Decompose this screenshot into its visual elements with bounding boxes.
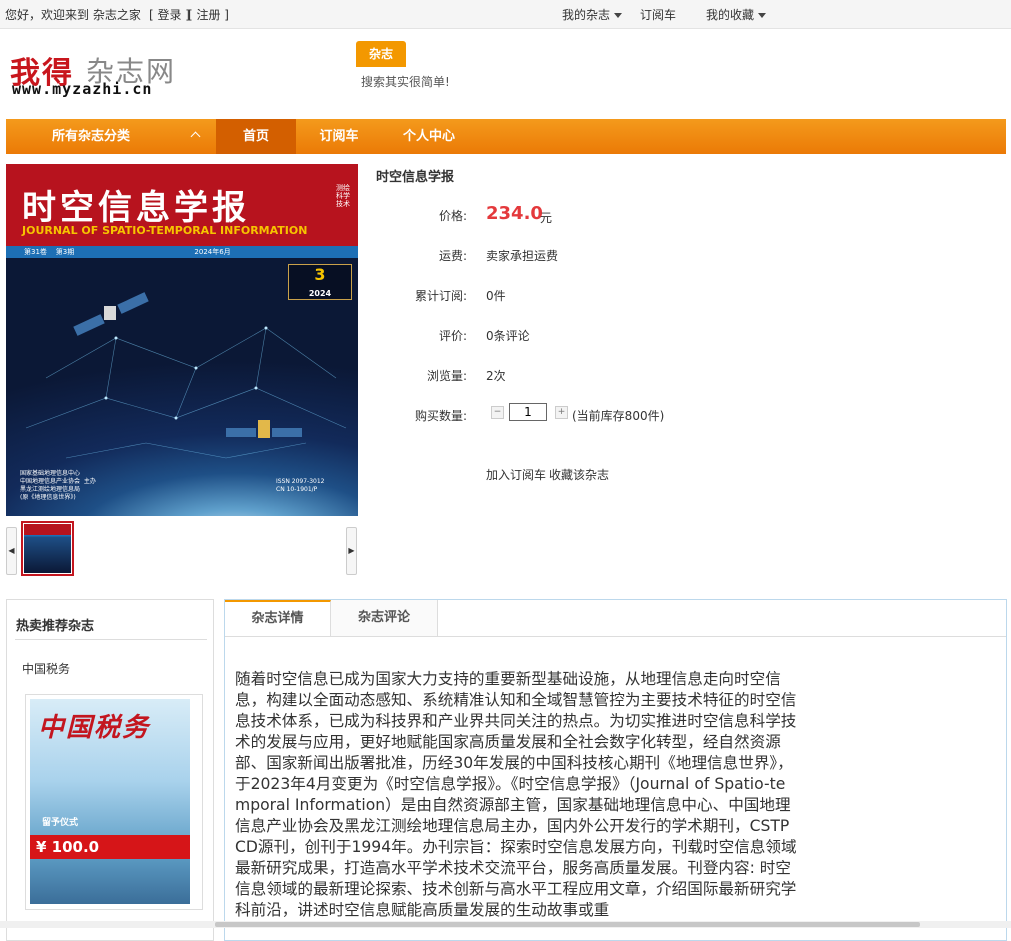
hot-item-name-link[interactable]: 中国税务 [22, 660, 70, 677]
tab-details[interactable]: 杂志详情 [225, 600, 331, 636]
quantity-label: 购买数量: [414, 409, 467, 423]
nav-cart[interactable]: 订阅车 [296, 119, 382, 154]
price-label: 价格: [438, 209, 467, 223]
top-bar: 您好，欢迎来到 杂志之家 [ 登录 ] [ 注册 ] 我的杂志 订阅车 我的收藏 [0, 0, 1011, 29]
stock-note: (当前库存800件) [572, 409, 665, 423]
cover-issn: ISSN 2097-3012 CN 10-1901/P [276, 478, 325, 493]
hot-item-price: ¥ 100.0 [30, 835, 190, 859]
search-tab-magazine[interactable]: 杂志 [356, 41, 406, 67]
product-title: 时空信息学报 [376, 170, 455, 185]
tab-reviews[interactable]: 杂志评论 [331, 600, 438, 636]
shipping-value: 卖家承担运费 [486, 249, 559, 263]
views-value: 2次 [486, 369, 506, 383]
favorite-button[interactable]: 收藏该杂志 [549, 466, 609, 483]
shipping-label: 运费: [438, 249, 467, 263]
chevron-up-icon [190, 131, 201, 142]
add-to-cart-button[interactable]: 加入订阅车 [486, 466, 546, 483]
all-categories-menu[interactable]: 所有杂志分类 [6, 119, 216, 154]
cover-en-title: JOURNAL OF SPATIO-TEMPORAL INFORMATION [22, 224, 308, 237]
my-magazines-label: 我的杂志 [562, 8, 611, 22]
cover-vertical-text: 测绘科学技术 [336, 184, 350, 208]
welcome-text: 您好，欢迎来到 杂志之家 [5, 8, 141, 22]
cover-publishers: 国家基础地理信息中心 中国地理信息产业协会 主办 黑龙江测绘地理信息局 (原《地… [20, 470, 96, 501]
scrollbar-thumb[interactable] [215, 922, 920, 927]
hot-cover-title: 中国税务 [38, 713, 151, 743]
main-nav: 所有杂志分类 首页 订阅车 个人中心 [6, 119, 1006, 154]
magazine-description: 随着时空信息已成为国家大力支持的重要新型基础设施，从地理信息走向时空信息，构建以… [235, 670, 797, 919]
hot-item-cover[interactable]: 中国税务 留予仪式 ¥ 100.0 [25, 694, 203, 910]
login-link[interactable]: [ 登录 ] [149, 6, 190, 23]
review-count-link[interactable]: 0条评论 [486, 327, 530, 344]
hot-cover-caption: 留予仪式 [42, 818, 79, 828]
thumb-next-button[interactable]: ▶ [346, 527, 357, 575]
hot-item-cover-image: 中国税务 留予仪式 ¥ 100.0 [30, 699, 190, 904]
quantity-decrease-button[interactable]: − [491, 406, 504, 419]
price-value: 234.0 [486, 203, 543, 224]
my-favorites-label: 我的收藏 [706, 8, 755, 22]
thumbnail-image [24, 524, 71, 573]
detail-tabs-panel: 杂志详情 杂志评论 随着时空信息已成为国家大力支持的重要新型基础设施，从地理信息… [224, 599, 1007, 941]
search-hint: 搜索其实很简单! [361, 75, 450, 89]
views-label: 浏览量: [426, 369, 467, 383]
cart-link[interactable]: 订阅车 [640, 6, 676, 23]
nav-home[interactable]: 首页 [216, 119, 296, 154]
my-magazines-menu[interactable]: 我的杂志 [562, 6, 623, 23]
review-label: 评价: [438, 329, 467, 343]
divider [15, 639, 207, 640]
price-unit: 元 [540, 211, 553, 225]
thumb-prev-button[interactable]: ◀ [6, 527, 17, 575]
chevron-down-icon [758, 13, 767, 18]
register-link[interactable]: [ 注册 ] [188, 6, 229, 23]
all-categories-label: 所有杂志分类 [52, 129, 131, 144]
cover-issue-no: 3 [314, 265, 326, 284]
subscriptions-label: 累计订阅: [414, 289, 467, 303]
quantity-input[interactable] [509, 403, 547, 421]
hot-panel-title: 热卖推荐杂志 [16, 619, 95, 634]
my-favorites-menu[interactable]: 我的收藏 [706, 6, 767, 23]
logo-url[interactable]: www.myzazhi.cn [12, 80, 152, 98]
hot-recommend-panel: 热卖推荐杂志 中国税务 中国税务 留予仪式 ¥ 100.0 [6, 599, 214, 941]
tab-bar: 杂志详情 杂志评论 [225, 600, 1006, 637]
chevron-down-icon [614, 13, 623, 18]
subscriptions-value: 0件 [486, 289, 506, 303]
cover-masthead: 时空信息学报 JOURNAL OF SPATIO-TEMPORAL INFORM… [6, 164, 358, 246]
cover-thumbnail[interactable] [21, 521, 74, 576]
nav-user-center[interactable]: 个人中心 [382, 119, 476, 154]
quantity-increase-button[interactable]: + [555, 406, 568, 419]
